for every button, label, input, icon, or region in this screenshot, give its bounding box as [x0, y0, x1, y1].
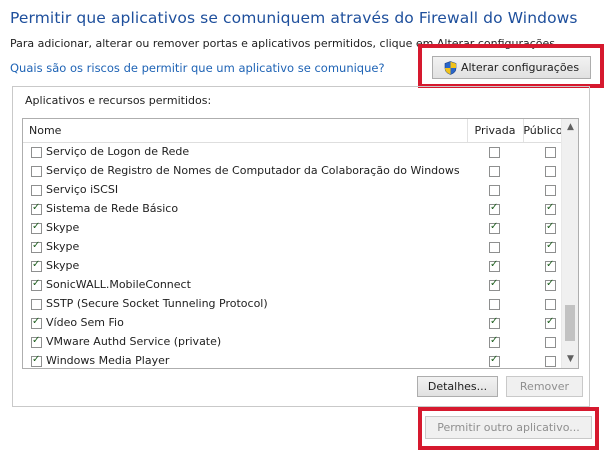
app-row[interactable]: SSTP (Secure Socket Tunneling Protocol): [23, 295, 563, 314]
public-network-checkbox[interactable]: [545, 278, 556, 291]
app-name: Serviço de Registro de Nomes de Computad…: [46, 164, 460, 177]
app-enabled-checkbox[interactable]: [31, 316, 42, 329]
app-name: Serviço de Logon de Rede: [46, 145, 190, 158]
scroll-down-icon[interactable]: ▼: [562, 351, 578, 368]
page-title: Permitir que aplicativos se comuniquem a…: [10, 9, 578, 27]
scroll-up-icon[interactable]: ▲: [562, 119, 578, 136]
details-button[interactable]: Detalhes...: [417, 376, 498, 397]
app-name: Serviço iSCSI: [46, 183, 119, 196]
allow-other-app-button[interactable]: Permitir outro aplicativo...: [425, 416, 592, 439]
private-network-checkbox[interactable]: [489, 335, 500, 348]
app-row[interactable]: VMware Authd Service (private): [23, 333, 563, 352]
app-row[interactable]: Skype: [23, 219, 563, 238]
list-header: Nome Privada Público: [23, 119, 563, 143]
app-name: Skype: [46, 240, 80, 253]
change-settings-button[interactable]: Alterar configurações: [432, 56, 591, 79]
public-network-checkbox[interactable]: [545, 166, 556, 177]
app-row[interactable]: Serviço de Logon de Rede: [23, 143, 563, 162]
public-network-checkbox[interactable]: [545, 356, 556, 367]
app-row[interactable]: Serviço iSCSI: [23, 181, 563, 200]
public-network-checkbox[interactable]: [545, 221, 556, 234]
column-header-name[interactable]: Nome: [29, 119, 61, 142]
app-enabled-checkbox[interactable]: [31, 202, 42, 215]
group-label: Aplicativos e recursos permitidos:: [25, 94, 212, 107]
column-header-public[interactable]: Público: [523, 119, 563, 142]
private-network-checkbox[interactable]: [489, 166, 500, 177]
private-network-checkbox[interactable]: [489, 354, 500, 367]
private-network-checkbox[interactable]: [489, 259, 500, 272]
private-network-checkbox[interactable]: [489, 221, 500, 234]
private-network-checkbox[interactable]: [489, 202, 500, 215]
app-row[interactable]: SonicWALL.MobileConnect: [23, 276, 563, 295]
app-row[interactable]: Windows Media Player: [23, 352, 563, 368]
app-name: Skype: [46, 259, 80, 272]
public-network-checkbox[interactable]: [545, 316, 556, 329]
private-network-checkbox[interactable]: [489, 147, 500, 158]
app-row[interactable]: Skype: [23, 238, 563, 257]
public-network-checkbox[interactable]: [545, 147, 556, 158]
app-name: Sistema de Rede Básico: [46, 202, 179, 215]
uac-shield-icon: [444, 60, 457, 75]
app-row[interactable]: Vídeo Sem Fio: [23, 314, 563, 333]
column-header-private[interactable]: Privada: [467, 119, 523, 142]
app-enabled-checkbox[interactable]: [31, 259, 42, 272]
public-network-checkbox[interactable]: [545, 299, 556, 310]
public-network-checkbox[interactable]: [545, 240, 556, 253]
private-network-checkbox[interactable]: [489, 185, 500, 196]
app-row[interactable]: Sistema de Rede Básico: [23, 200, 563, 219]
private-network-checkbox[interactable]: [489, 316, 500, 329]
app-name: SonicWALL.MobileConnect: [46, 278, 191, 291]
app-name: SSTP (Secure Socket Tunneling Protocol): [46, 297, 268, 310]
vertical-scrollbar[interactable]: ▲ ▼: [561, 119, 578, 368]
public-network-checkbox[interactable]: [545, 337, 556, 348]
app-enabled-checkbox[interactable]: [31, 221, 42, 234]
app-row[interactable]: Skype: [23, 257, 563, 276]
app-enabled-checkbox[interactable]: [31, 299, 42, 310]
public-network-checkbox[interactable]: [545, 259, 556, 272]
app-rows: Serviço de Logon de Rede Serviço de Regis…: [23, 143, 563, 368]
app-enabled-checkbox[interactable]: [31, 166, 42, 177]
scrollbar-thumb[interactable]: [565, 305, 575, 341]
app-enabled-checkbox[interactable]: [31, 147, 42, 158]
app-enabled-checkbox[interactable]: [31, 335, 42, 348]
app-name: Windows Media Player: [46, 354, 170, 367]
risk-link[interactable]: Quais são os riscos de permitir que um a…: [10, 61, 385, 75]
private-network-checkbox[interactable]: [489, 278, 500, 291]
change-settings-label: Alterar configurações: [460, 61, 580, 74]
app-name: Vídeo Sem Fio: [46, 316, 124, 329]
allowed-apps-group: Aplicativos e recursos permitidos: Nome …: [12, 86, 590, 407]
app-row[interactable]: Serviço de Registro de Nomes de Computad…: [23, 162, 563, 181]
private-network-checkbox[interactable]: [489, 299, 500, 310]
app-enabled-checkbox[interactable]: [31, 354, 42, 367]
public-network-checkbox[interactable]: [545, 202, 556, 215]
private-network-checkbox[interactable]: [489, 242, 500, 253]
remove-button[interactable]: Remover: [506, 376, 583, 397]
app-enabled-checkbox[interactable]: [31, 240, 42, 253]
app-name: VMware Authd Service (private): [46, 335, 222, 348]
app-enabled-checkbox[interactable]: [31, 278, 42, 291]
app-name: Skype: [46, 221, 80, 234]
allowed-apps-list[interactable]: Nome Privada Público Serviço de Logon de…: [22, 118, 579, 369]
app-enabled-checkbox[interactable]: [31, 185, 42, 196]
public-network-checkbox[interactable]: [545, 185, 556, 196]
